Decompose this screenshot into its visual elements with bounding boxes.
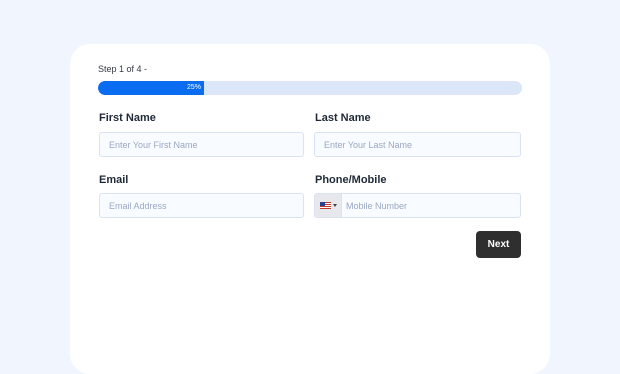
first-name-input[interactable] [100,133,303,156]
country-selector[interactable] [315,194,342,217]
form-card: Step 1 of 4 - 25% First Name Last Name E… [70,44,550,374]
last-name-field[interactable] [314,132,521,157]
email-input[interactable] [100,194,303,217]
phone-input[interactable] [315,194,520,217]
last-name-input[interactable] [315,133,520,156]
first-name-field[interactable] [99,132,304,157]
phone-field[interactable] [314,193,521,218]
first-name-label: First Name [99,112,156,124]
caret-down-icon [332,204,337,207]
progress-bar: 25% [98,81,522,95]
step-indicator: Step 1 of 4 - [98,64,148,74]
email-field[interactable] [99,193,304,218]
progress-fill: 25% [98,81,204,95]
progress-percent-label: 25% [186,84,201,91]
us-flag-icon [319,202,331,209]
next-button[interactable]: Next [476,231,521,258]
phone-label: Phone/Mobile [315,174,387,186]
email-label: Email [99,174,129,186]
last-name-label: Last Name [315,112,371,124]
